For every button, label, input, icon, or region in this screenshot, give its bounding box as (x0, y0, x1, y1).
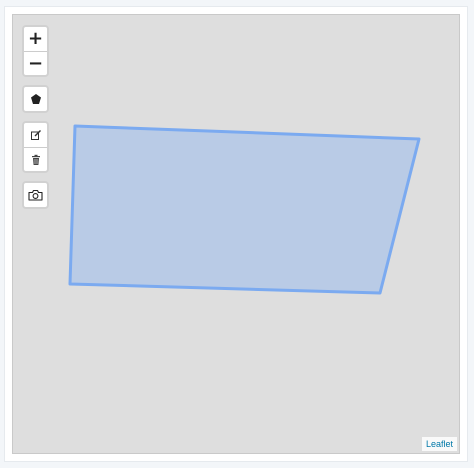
map-canvas[interactable]: + − Leaflet (12, 14, 460, 454)
map-attribution[interactable]: Leaflet (421, 437, 457, 451)
edit-layers-button[interactable] (24, 123, 47, 147)
edit-icon (30, 130, 41, 140)
camera-icon (28, 189, 43, 201)
screenshot-control (22, 181, 49, 209)
screenshot-button[interactable] (24, 183, 47, 207)
zoom-control: + − (22, 25, 49, 77)
draw-polygon-button[interactable] (24, 87, 47, 111)
edit-toolbar (22, 121, 49, 173)
vector-layer (68, 124, 421, 295)
trash-icon (31, 154, 40, 165)
pentagon-icon (30, 94, 41, 104)
delete-layers-button[interactable] (24, 147, 47, 171)
zoom-in-button[interactable]: + (24, 27, 47, 51)
draw-toolbar (22, 85, 49, 113)
zoom-out-button[interactable]: − (24, 51, 47, 75)
drawn-polygon[interactable] (68, 124, 421, 295)
